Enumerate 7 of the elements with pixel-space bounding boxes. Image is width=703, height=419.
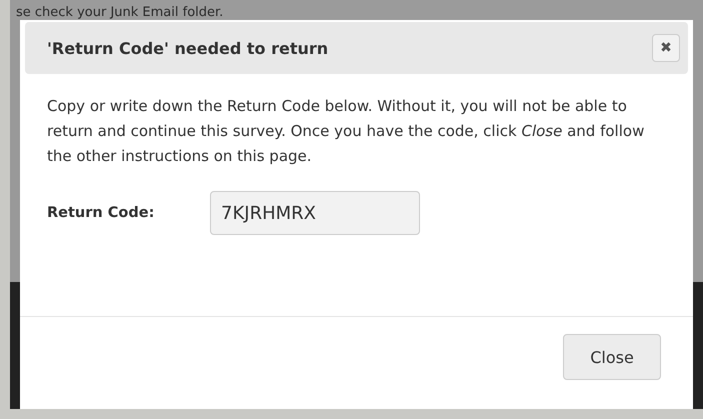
field-label: Return Code:	[47, 205, 156, 221]
close-button[interactable]: Close	[563, 334, 661, 380]
background-notice: se check your Junk Email folder.	[16, 6, 224, 20]
close-button[interactable]: ✖	[652, 34, 680, 62]
return-code-field[interactable]: 7KJRHMRX	[210, 191, 420, 235]
dialog-title: 'Return Code' needed to return	[47, 38, 328, 58]
dialog-message: Copy or write down the Return Code below. Without it, you will not be able to return and continue this survey. Once you have the code, click Close and follow the other instructions on this page.	[47, 96, 646, 167]
